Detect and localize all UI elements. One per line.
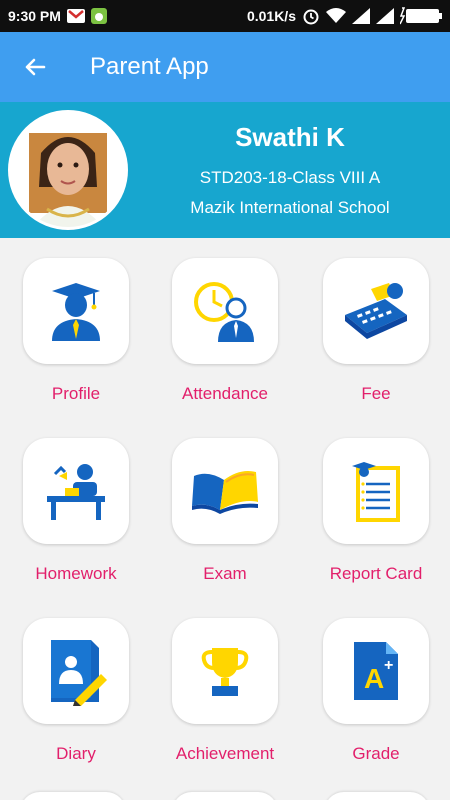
- grade-a-plus-icon: A +: [354, 642, 398, 700]
- app-bar: Parent App: [0, 32, 450, 102]
- page-title: Parent App: [90, 53, 209, 80]
- menu-card[interactable]: [172, 258, 278, 364]
- report-card-icon: [352, 462, 400, 522]
- menu-item-diary[interactable]: Diary: [0, 598, 152, 778]
- open-book-icon: [192, 471, 258, 514]
- arrow-left-icon: [25, 58, 46, 76]
- clock-person-icon: [194, 282, 254, 342]
- menu-label: Homework: [35, 564, 117, 583]
- student-class: STD203-18-Class VIII A: [199, 168, 381, 187]
- menu-label: Exam: [203, 564, 247, 583]
- menu-card[interactable]: [172, 618, 278, 724]
- graduate-icon: [52, 283, 100, 341]
- menu-label: Fee: [361, 384, 391, 403]
- menu-item-homework[interactable]: Homework: [0, 418, 152, 598]
- menu-label: Grade: [352, 744, 400, 763]
- menu-card[interactable]: [323, 258, 429, 364]
- svg-text:A: A: [364, 663, 384, 694]
- gmail-icon: [66, 9, 85, 23]
- menu-grid: Profile Attendance Fee Homework Exam Rep…: [0, 238, 450, 800]
- menu-item-profile[interactable]: Profile: [0, 238, 152, 418]
- status-time: 9:30 PM: [8, 8, 61, 24]
- menu-item-grade[interactable]: A + Grade: [300, 598, 450, 778]
- back-button[interactable]: [0, 32, 70, 102]
- signal-icon-2: [376, 8, 394, 24]
- student-desk-icon: [47, 464, 105, 520]
- menu-card[interactable]: [323, 438, 429, 544]
- trophy-icon: [201, 648, 249, 696]
- diary-pencil-icon: [51, 640, 107, 706]
- svg-text:+: +: [384, 657, 393, 674]
- menu-item-exam[interactable]: Exam: [149, 418, 301, 598]
- student-name: Swathi K: [235, 122, 345, 152]
- menu-card[interactable]: [23, 438, 129, 544]
- student-profile-header: Swathi K STD203-18-Class VIII A Mazik In…: [0, 102, 450, 238]
- menu-item-report-card[interactable]: Report Card: [300, 418, 450, 598]
- menu-card[interactable]: [23, 258, 129, 364]
- menu-card-partial[interactable]: [172, 792, 278, 800]
- network-speed: 0.01K/s: [246, 8, 296, 24]
- menu-item-achievement[interactable]: Achievement: [149, 598, 301, 778]
- menu-item-attendance[interactable]: Attendance: [149, 238, 301, 418]
- menu-card-partial[interactable]: [324, 792, 430, 800]
- menu-label: Report Card: [329, 564, 423, 583]
- status-bar: 9:30 PM 0.01K/s: [0, 0, 450, 32]
- battery-icon: [400, 7, 442, 25]
- menu-card-partial[interactable]: [20, 792, 126, 800]
- wifi-icon: [326, 8, 346, 24]
- menu-label: Profile: [51, 384, 101, 403]
- avatar[interactable]: [8, 110, 128, 230]
- signal-icon: [352, 8, 370, 24]
- menu-label: Attendance: [181, 384, 268, 403]
- school-name: Mazik International School: [190, 198, 390, 217]
- calculator-icon: [345, 283, 407, 339]
- menu-item-fee[interactable]: Fee: [300, 238, 450, 418]
- android-notification-icon: [90, 8, 107, 24]
- menu-card[interactable]: A +: [323, 618, 429, 724]
- menu-card[interactable]: [172, 438, 278, 544]
- menu-label: Diary: [56, 744, 96, 763]
- menu-card[interactable]: [23, 618, 129, 724]
- menu-label: Achievement: [175, 744, 275, 763]
- alarm-icon: [302, 7, 320, 25]
